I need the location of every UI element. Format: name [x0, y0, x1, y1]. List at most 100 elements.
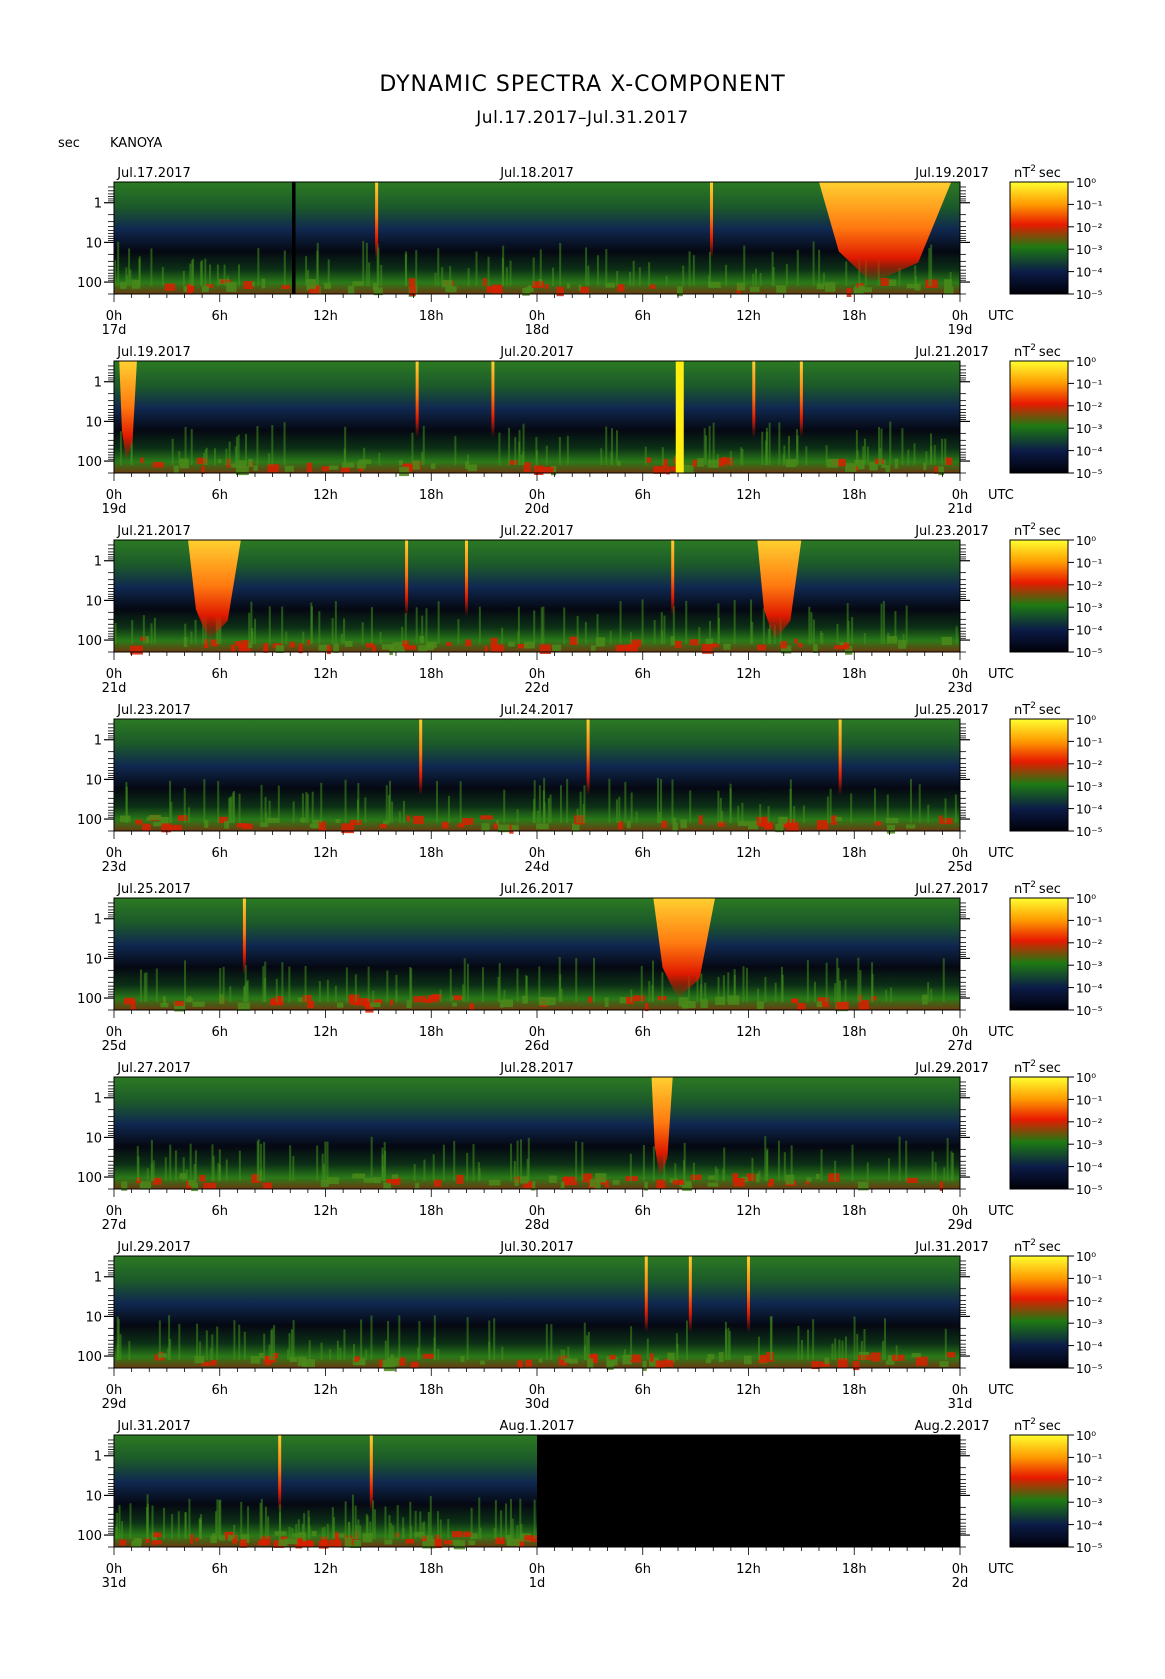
- noise-patch: [525, 1359, 532, 1367]
- noise-streak: [370, 1315, 373, 1360]
- noise-streak: [619, 601, 622, 644]
- x-tick-label: 12h: [313, 846, 338, 861]
- noise-streak: [535, 436, 538, 465]
- noise-streak: [372, 990, 375, 1002]
- noise-streak: [268, 1344, 271, 1360]
- colorbar-unit: nT2 sec: [1014, 1417, 1061, 1434]
- noise-patch: [284, 465, 294, 472]
- noise-streak: [635, 811, 638, 823]
- noise-patch: [341, 462, 355, 468]
- noise-streak: [128, 1340, 131, 1360]
- colorbar-tick-label: 10⁻³: [1076, 1138, 1103, 1152]
- event-spike: [491, 361, 495, 438]
- noise-streak: [433, 1337, 436, 1360]
- noise-streak: [304, 965, 307, 1002]
- noise-patch: [363, 1177, 377, 1183]
- colorbar-unit: nT2 sec: [1014, 164, 1061, 181]
- noise-patch: [705, 1358, 712, 1364]
- spectrum-background: [114, 1077, 960, 1189]
- noise-patch: [589, 1179, 595, 1188]
- noise-patch: [828, 1173, 840, 1182]
- noise-streak: [518, 429, 521, 465]
- day-label: 22d: [525, 681, 550, 696]
- noise-streak: [268, 606, 271, 644]
- noise-streak: [411, 432, 414, 465]
- noise-streak: [301, 793, 304, 823]
- noise-streak: [331, 618, 334, 644]
- noise-streak: [466, 963, 469, 1002]
- noise-streak: [545, 1324, 548, 1360]
- colorbar-tick-label: 10⁰: [1076, 713, 1096, 727]
- x-tick-label: 18h: [419, 309, 444, 324]
- noise-patch: [352, 281, 364, 286]
- noise-streak: [600, 448, 603, 465]
- noise-streak: [291, 1528, 294, 1539]
- noise-patch: [824, 1357, 830, 1365]
- noise-streak: [671, 779, 674, 823]
- noise-patch: [232, 1539, 237, 1544]
- noise-streak: [478, 606, 481, 644]
- noise-streak: [218, 1149, 221, 1181]
- noise-streak: [503, 989, 506, 1002]
- noise-streak: [333, 1517, 336, 1539]
- x-tick-label: 18h: [842, 1025, 867, 1040]
- noise-streak: [398, 811, 401, 823]
- colorbar: 10⁰ 10⁻¹ 10⁻² 10⁻³ 10⁻⁴ 10⁻⁵ nT2 sec: [1009, 522, 1103, 660]
- noise-streak: [345, 967, 348, 1002]
- noise-patch: [539, 644, 551, 654]
- noise-patch: [580, 286, 589, 294]
- noise-streak: [359, 1525, 362, 1539]
- x-tick-label: 18h: [842, 1383, 867, 1398]
- noise-patch: [522, 287, 530, 296]
- noise-streak: [722, 1168, 725, 1181]
- noise-streak: [334, 601, 337, 644]
- noise-streak: [519, 1498, 522, 1539]
- event-spike: [278, 1435, 282, 1512]
- noise-streak: [611, 428, 614, 465]
- noise-streak: [370, 607, 373, 644]
- noise-patch: [894, 458, 899, 469]
- noise-patch: [456, 1174, 464, 1184]
- noise-patch: [482, 278, 487, 286]
- noise-patch: [382, 1359, 391, 1368]
- noise-streak: [459, 781, 462, 823]
- noise-streak: [205, 1330, 208, 1360]
- day-label: 24d: [525, 860, 550, 875]
- noise-streak: [436, 1511, 439, 1539]
- noise-streak: [184, 1512, 187, 1539]
- noise-streak: [498, 962, 501, 1002]
- noise-streak: [526, 1158, 529, 1181]
- noise-streak: [139, 969, 142, 1002]
- noise-streak: [223, 264, 226, 286]
- noise-streak: [439, 1519, 442, 1539]
- noise-streak: [797, 1325, 800, 1360]
- noise-streak: [539, 249, 542, 286]
- noise-patch: [539, 996, 549, 1006]
- noise-patch: [453, 995, 462, 1001]
- noise-streak: [361, 622, 364, 644]
- mid-date-label: Jul.24.2017: [499, 703, 574, 718]
- noise-streak: [367, 966, 370, 1002]
- noise-streak: [700, 973, 703, 1002]
- noise-patch: [689, 639, 699, 646]
- noise-streak: [630, 1326, 633, 1360]
- noise-streak: [230, 796, 233, 823]
- noise-patch: [481, 823, 490, 831]
- noise-patch: [708, 1175, 715, 1180]
- noise-streak: [866, 446, 869, 465]
- noise-streak: [222, 966, 225, 1002]
- noise-streak: [874, 788, 877, 823]
- noise-streak: [558, 437, 561, 465]
- noise-streak: [163, 1507, 166, 1539]
- x-tick-label: 0h: [106, 667, 123, 682]
- noise-streak: [721, 810, 724, 823]
- noise-streak: [930, 244, 933, 286]
- x-tick-label: 0h: [529, 667, 546, 682]
- x-tick-label: 0h: [529, 1204, 546, 1219]
- noise-streak: [790, 1145, 793, 1181]
- noise-streak: [184, 426, 187, 465]
- utc-label: UTC: [988, 846, 1014, 861]
- noise-streak: [502, 245, 505, 286]
- noise-streak: [789, 788, 792, 823]
- noise-streak: [566, 778, 569, 823]
